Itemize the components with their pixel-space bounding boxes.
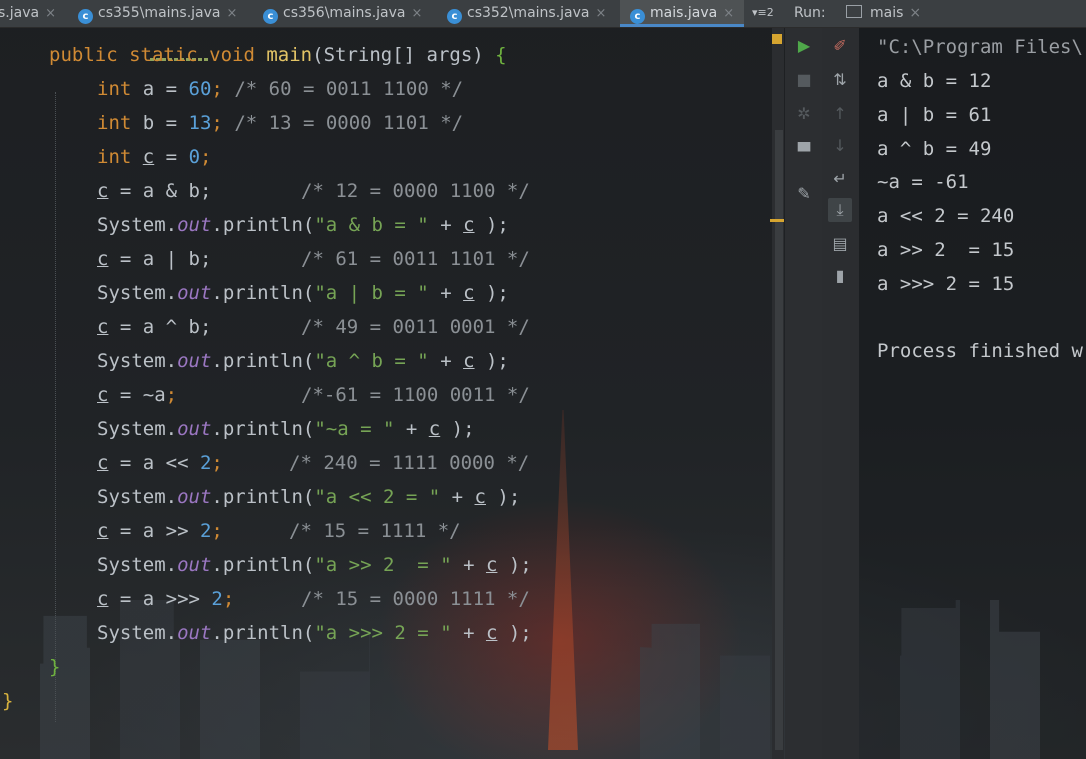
tab-cs355-mains-java[interactable]: c cs355\mains.java × — [78, 0, 237, 27]
layout-icon[interactable]: ▀ — [792, 140, 816, 164]
code-line-print-or[interactable]: System.out.println("a | b = " + c ); — [97, 276, 509, 310]
code-line-int-c[interactable]: int c = 0; — [97, 140, 211, 174]
code-line-close-main[interactable]: } — [49, 650, 60, 684]
code-line-and[interactable]: c = a & b; — [97, 174, 211, 208]
debug-icon[interactable]: ✲ — [792, 102, 816, 126]
code-comment-or: /* 61 = 0011 1101 */ — [301, 248, 530, 270]
console-line: a & b = 12 — [877, 70, 992, 92]
editor-scrollbar-thumb[interactable] — [775, 130, 783, 750]
code-comment-not: /*-61 = 1100 0011 */ — [301, 384, 530, 406]
warning-marker[interactable] — [772, 34, 782, 44]
close-icon[interactable]: × — [909, 5, 921, 21]
code-line-int-a[interactable]: int a = 60; /* 60 = 0011 1100 */ — [97, 72, 463, 106]
code-line-print-not[interactable]: System.out.println("~a = " + c ); — [97, 412, 475, 446]
code-line-not[interactable]: c = ~a; — [97, 378, 177, 412]
console-line: a << 2 = 240 — [877, 205, 1015, 227]
scroll-to-end-icon[interactable]: ⤓ — [828, 198, 852, 222]
close-icon[interactable]: × — [596, 6, 607, 21]
tab-label: cs355\mains.java — [98, 5, 221, 21]
run-toolbar-left: ▶ ■ ✲ ▀ ✎ — [785, 28, 822, 759]
console-line: ~a = -61 — [877, 171, 969, 193]
code-comment-ushr: /* 15 = 0000 1111 */ — [301, 588, 530, 610]
code-line-ushr[interactable]: c = a >>> 2; — [97, 582, 234, 616]
tab-mais-java[interactable]: c mais.java × — [620, 0, 745, 27]
console-line: a >>> 2 = 15 — [877, 273, 1015, 295]
code-line-print-shl[interactable]: System.out.println("a << 2 = " + c ); — [97, 480, 520, 514]
code-line-print-and[interactable]: System.out.println("a & b = " + c ); — [97, 208, 509, 242]
console-line: a ^ b = 49 — [877, 138, 992, 160]
code-line-print-ushr[interactable]: System.out.println("a >>> 2 = " + c ); — [97, 616, 532, 650]
tab-cs356-mains-java[interactable]: c cs356\mains.java × — [263, 0, 422, 27]
up-arrow-icon[interactable]: ↑ — [828, 102, 852, 126]
tab-s-java[interactable]: s.java × — [0, 0, 56, 27]
sort-icon[interactable]: ⇅ — [828, 68, 852, 92]
soft-wrap-icon[interactable]: ↵ — [828, 167, 852, 191]
run-config-label: mais — [870, 5, 904, 21]
code-line-main[interactable]: public static void main(String[] args) { — [49, 38, 507, 72]
tab-label: s.java — [0, 5, 40, 21]
window-icon — [846, 5, 862, 18]
java-class-icon: c — [447, 9, 462, 24]
run-panel-label: Run: — [794, 5, 826, 21]
code-line-shr[interactable]: c = a >> 2; — [97, 514, 223, 548]
close-icon[interactable]: × — [723, 6, 734, 21]
code-line-close-class[interactable]: } — [2, 684, 13, 718]
editor-tab-bar: s.java × c cs355\mains.java × c cs356\mains.… — [0, 0, 1086, 28]
run-config-tab[interactable]: mais × — [846, 0, 921, 27]
run-console-output[interactable]: "C:\Program Files\ a & b = 12 a | b = 61… — [859, 28, 1086, 759]
code-comment-shr: /* 15 = 1111 */ — [289, 520, 461, 542]
code-comment-shl: /* 240 = 1111 0000 */ — [289, 452, 530, 474]
console-line: a | b = 61 — [877, 104, 992, 126]
tab-label: mais.java — [650, 5, 718, 21]
close-icon[interactable]: × — [227, 6, 238, 21]
console-line: "C:\Program Files\ — [877, 36, 1083, 58]
indent-guide — [55, 92, 56, 722]
code-line-print-shr[interactable]: System.out.println("a >> 2 = " + c ); — [97, 548, 532, 582]
close-icon[interactable]: × — [412, 6, 423, 21]
stop-icon[interactable]: ■ — [792, 68, 816, 92]
java-class-icon: c — [263, 9, 278, 24]
close-icon[interactable]: × — [45, 6, 56, 21]
run-toolbar-right: ✐ ⇅ ↑ ↓ ↵ ⤓ ▤ ▮ — [822, 28, 859, 759]
code-comment-xor: /* 49 = 0011 0001 */ — [301, 316, 530, 338]
console-line: a >> 2 = 15 — [877, 239, 1015, 261]
java-class-icon: c — [630, 9, 645, 24]
tab-label: cs352\mains.java — [467, 5, 590, 21]
error-stripe-marker[interactable] — [770, 219, 784, 222]
tab-label: cs356\mains.java — [283, 5, 406, 21]
console-line: Process finished w — [877, 340, 1083, 362]
run-icon[interactable]: ▶ — [792, 34, 816, 58]
code-line-print-xor[interactable]: System.out.println("a ^ b = " + c ); — [97, 344, 509, 378]
code-line-xor[interactable]: c = a ^ b; — [97, 310, 211, 344]
trash-icon[interactable]: ▮ — [828, 264, 852, 288]
clear-icon[interactable]: ✐ — [828, 34, 852, 58]
code-comment-and: /* 12 = 0000 1100 */ — [301, 180, 530, 202]
code-line-shl[interactable]: c = a << 2; — [97, 446, 223, 480]
code-line-or[interactable]: c = a | b; — [97, 242, 211, 276]
code-line-int-b[interactable]: int b = 13; /* 13 = 0000 1101 */ — [97, 106, 463, 140]
tab-cs352-mains-java[interactable]: c cs352\mains.java × — [447, 0, 606, 27]
code-editor[interactable]: public static void main(String[] args) {… — [0, 28, 772, 746]
down-arrow-icon[interactable]: ↓ — [828, 134, 852, 158]
tab-overflow-menu[interactable]: ▾≡2 — [752, 0, 774, 27]
pin-icon[interactable]: ✎ — [792, 182, 816, 206]
print-icon[interactable]: ▤ — [828, 232, 852, 256]
java-class-icon: c — [78, 9, 93, 24]
